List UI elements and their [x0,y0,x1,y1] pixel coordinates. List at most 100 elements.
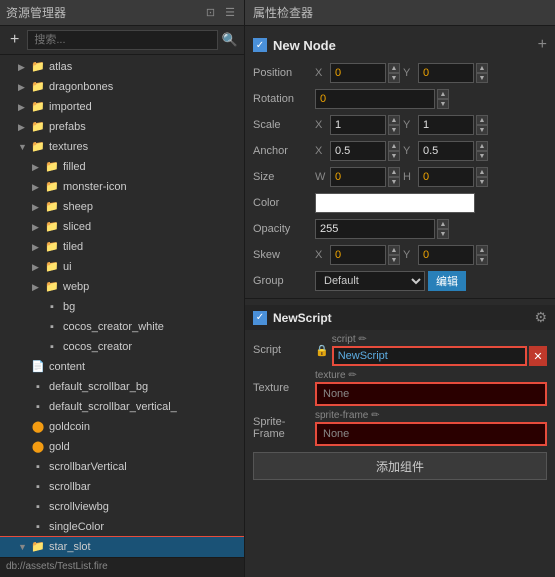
tree-item-gold[interactable]: ⬤gold [0,437,244,457]
group-controls: Default 编辑 [315,271,547,291]
tree-container[interactable]: ▶📁atlas▶📁dragonbones▶📁imported▶📁prefabs▼… [0,55,244,557]
size-w-down[interactable]: ▼ [388,177,400,187]
anchor-x-input[interactable] [330,141,386,161]
anchor-y-up[interactable]: ▲ [476,141,488,151]
opacity-up[interactable]: ▲ [437,219,449,229]
tree-icon-folder: 📁 [30,139,46,155]
tree-item-prefabs[interactable]: ▶📁prefabs [0,117,244,137]
opacity-controls: ▲ ▼ [315,219,547,239]
size-h-down[interactable]: ▼ [476,177,488,187]
anchor-y-down[interactable]: ▼ [476,151,488,161]
left-panel-icon2[interactable]: ☰ [222,5,238,20]
skew-x-label: X [315,249,327,261]
position-y-up[interactable]: ▲ [476,63,488,73]
skew-y-up[interactable]: ▲ [476,245,488,255]
group-edit-button[interactable]: 编辑 [428,271,466,291]
size-w-label: W [315,171,327,183]
anchor-x-spinner: ▲ ▼ [388,141,400,161]
tree-item-sheep[interactable]: ▶📁sheep [0,197,244,217]
component-checkbox[interactable]: ✓ [253,311,267,325]
rotation-input[interactable] [315,89,435,109]
script-field[interactable]: NewScript [332,346,527,366]
node-add-button[interactable]: + [538,36,547,54]
skew-y-input[interactable] [418,245,474,265]
skew-label: Skew [253,249,315,261]
skew-x-up[interactable]: ▲ [388,245,400,255]
position-x-input[interactable] [330,63,386,83]
anchor-y-input[interactable] [418,141,474,161]
size-row: Size W ▲ ▼ H ▲ ▼ [253,166,547,188]
right-panel: 属性检查器 ✓ New Node + Position X ▲ ▼ Y [245,0,555,577]
rotation-spinner: ▲ ▼ [437,89,449,109]
script-remove-button[interactable]: ✕ [529,346,547,366]
tree-item-default_scrollbar_vertical_[interactable]: ▪default_scrollbar_vertical_ [0,397,244,417]
skew-x-input[interactable] [330,245,386,265]
skew-row: Skew X ▲ ▼ Y ▲ ▼ [253,244,547,266]
position-x-up[interactable]: ▲ [388,63,400,73]
tree-arrow: ▶ [32,262,44,273]
tree-item-default_scrollbar_bg[interactable]: ▪default_scrollbar_bg [0,377,244,397]
add-asset-button[interactable]: + [6,31,23,49]
sprite-frame-field[interactable]: None [315,422,547,446]
scale-y-input[interactable] [418,115,474,135]
texture-field[interactable]: None [315,382,547,406]
position-y-label: Y [403,67,415,79]
tree-item-singleColor[interactable]: ▪singleColor [0,517,244,537]
position-y-down[interactable]: ▼ [476,73,488,83]
tree-arrow: ▶ [18,62,30,73]
tree-arrow: ▶ [18,122,30,133]
anchor-x-up[interactable]: ▲ [388,141,400,151]
tree-item-scrollviewbg[interactable]: ▪scrollviewbg [0,497,244,517]
scale-x-input[interactable] [330,115,386,135]
lock-icon: 🔒 [315,344,329,357]
color-swatch[interactable] [315,193,475,213]
tree-item-filled[interactable]: ▶📁filled [0,157,244,177]
opacity-input[interactable] [315,219,435,239]
tree-label: scrollbarVertical [49,461,127,473]
size-w-input[interactable] [330,167,386,187]
add-component-button[interactable]: 添加组件 [253,452,547,480]
rotation-down[interactable]: ▼ [437,99,449,109]
skew-x-down[interactable]: ▼ [388,255,400,265]
tree-label: gold [49,441,70,453]
size-w-up[interactable]: ▲ [388,167,400,177]
tree-item-star_slot[interactable]: ▼📁star_slot [0,537,244,557]
scale-y-down[interactable]: ▼ [476,125,488,135]
size-h-input[interactable] [418,167,474,187]
tree-item-textures[interactable]: ▼📁textures [0,137,244,157]
tree-item-scrollbarVertical[interactable]: ▪scrollbarVertical [0,457,244,477]
tree-item-imported[interactable]: ▶📁imported [0,97,244,117]
node-checkbox[interactable]: ✓ [253,38,267,52]
position-x-label: X [315,67,327,79]
scale-y-up[interactable]: ▲ [476,115,488,125]
anchor-x-down[interactable]: ▼ [388,151,400,161]
tree-item-bg[interactable]: ▪bg [0,297,244,317]
search-icon[interactable]: 🔍 [222,32,238,48]
opacity-down[interactable]: ▼ [437,229,449,239]
group-select[interactable]: Default [315,271,425,291]
search-input[interactable] [27,30,217,50]
tree-item-atlas[interactable]: ▶📁atlas [0,57,244,77]
skew-x-spinner: ▲ ▼ [388,245,400,265]
rotation-up[interactable]: ▲ [437,89,449,99]
gear-icon[interactable]: ⚙ [534,309,547,326]
scale-x-up[interactable]: ▲ [388,115,400,125]
position-y-input[interactable] [418,63,474,83]
tree-item-webp[interactable]: ▶📁webp [0,277,244,297]
tree-item-scrollbar[interactable]: ▪scrollbar [0,477,244,497]
tree-item-cocos_creator[interactable]: ▪cocos_creator [0,337,244,357]
scale-x-down[interactable]: ▼ [388,125,400,135]
position-x-down[interactable]: ▼ [388,73,400,83]
tree-item-tiled[interactable]: ▶📁tiled [0,237,244,257]
tree-item-dragonbones[interactable]: ▶📁dragonbones [0,77,244,97]
left-panel-icon1[interactable]: ⊡ [203,5,218,20]
tree-item-sliced[interactable]: ▶📁sliced [0,217,244,237]
tree-item-content[interactable]: 📄content [0,357,244,377]
tree-item-goldcoin[interactable]: ⬤goldcoin [0,417,244,437]
tree-item-ui[interactable]: ▶📁ui [0,257,244,277]
skew-y-down[interactable]: ▼ [476,255,488,265]
tree-item-monster-icon[interactable]: ▶📁monster-icon [0,177,244,197]
tree-item-cocos_creator_white[interactable]: ▪cocos_creator_white [0,317,244,337]
tree-icon-image: ▪ [30,499,46,515]
size-h-up[interactable]: ▲ [476,167,488,177]
